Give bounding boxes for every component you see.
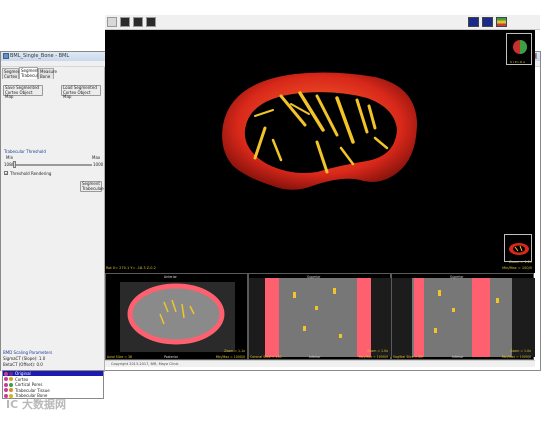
watermark-logo: IC 大数据网 (6, 398, 66, 411)
main-3d-viewer[interactable]: Rot 0= 270.1 Y= -18.3 Z-0.2 Zoom = 1.2x … (105, 30, 535, 273)
slice-number-label: Sagittal Slice = 89 (393, 355, 423, 359)
min-label: Min (6, 155, 14, 160)
bone-render (222, 72, 417, 190)
tab-segment-trabeculae[interactable]: Segment Trabeculae (19, 67, 43, 79)
app-icon (3, 53, 9, 59)
threshold-rendering-label: Threshold Rendering (10, 171, 52, 176)
list-item[interactable]: Cortex (3, 377, 103, 382)
color-swatch[interactable] (8, 371, 13, 376)
list-item[interactable]: Original (3, 371, 103, 377)
load-object-map-button[interactable]: Load Segmented Cortex Object Map (61, 85, 101, 99)
color-map-icon[interactable] (496, 17, 507, 27)
color-swatch[interactable] (8, 388, 13, 393)
viewer-toolbar (105, 15, 540, 30)
threshold-title: Trabecular Threshold (4, 149, 46, 154)
rotation-readout: Rot 0= 270.1 Y= -18.3 Z-0.2 (106, 266, 156, 270)
sagittal-slice-image (392, 278, 535, 357)
screenshot-icon[interactable] (146, 17, 156, 27)
save-object-map-button[interactable]: Save Segmented Cortex Object Map (3, 85, 43, 99)
coronal-slice-viewer[interactable]: Superior Inferior Coronal Slice = 130 Zo… (248, 273, 392, 360)
bmd-scaling-title: BMD Scaling Parameters (3, 350, 53, 355)
bone-thumbnail-icon (509, 243, 529, 255)
coronal-slice-image (249, 278, 392, 357)
threshold-slider-handle[interactable] (13, 161, 16, 168)
list-item[interactable]: Cortical Pores (3, 382, 103, 387)
left-panel: Segment Cortex Segment Trabeculae Measur… (1, 67, 105, 372)
thumbnail-preview[interactable] (504, 234, 532, 262)
beta-label: BetaCT (Offset): 0.0 (3, 362, 43, 367)
tab-segment-cortex[interactable]: Segment Cortex (2, 68, 22, 79)
threshold-slider-track[interactable] (10, 164, 92, 166)
slice-number-label: Axial Slice = 36 (107, 355, 133, 359)
segment-trabeculae-button[interactable]: Segment Trabeculae (80, 181, 104, 192)
orientation-widget[interactable]: S I P L R A (506, 33, 532, 65)
copyright-text: Copyright 2013-2017, BIR, Mayo Clinic (111, 362, 179, 366)
orientation-sphere-icon: S I P L R A (510, 40, 527, 64)
svg-text:S I P L R A: S I P L R A (510, 60, 526, 64)
list-item[interactable]: Trabecular Tissue (3, 388, 103, 393)
color-swatch[interactable] (4, 388, 8, 393)
status-bar: Copyright 2013-2017, BIR, Mayo Clinic (105, 360, 535, 367)
tab-measure-bone[interactable]: Measure Bone (38, 68, 57, 79)
surface-view-icon[interactable] (133, 17, 143, 27)
volume-view-icon[interactable] (120, 17, 130, 27)
monitor-icon[interactable] (468, 17, 479, 27)
max-label: Max (92, 155, 101, 160)
object-list: Original Cortex Cortical Pores Trabecula… (2, 370, 104, 399)
color-swatch[interactable] (4, 377, 8, 382)
color-swatch[interactable] (8, 377, 13, 382)
color-swatch[interactable] (4, 382, 8, 387)
sigma-label: SigmaCT (Slope): 1.0 (3, 356, 46, 361)
max-value: 1000 (93, 162, 104, 167)
threshold-rendering-checkbox[interactable]: ✓ (4, 171, 8, 176)
monitor-settings-icon[interactable] (482, 17, 493, 27)
window-title: BML_Single_Bone - BML (10, 53, 70, 59)
sagittal-slice-viewer[interactable]: Superior Inferior Sagittal Slice = 89 Zo… (391, 273, 535, 360)
color-swatch[interactable] (4, 371, 8, 376)
axial-slice-image (120, 282, 235, 352)
grid-layout-icon[interactable] (107, 17, 117, 27)
axial-slice-viewer[interactable]: Anterior Posterior Axial Slice = 36 Zoom… (105, 273, 248, 360)
slice-number-label: Coronal Slice = 130 (250, 355, 282, 359)
minmax-readout: Min/Max = 100/0 (502, 266, 532, 270)
color-swatch[interactable] (8, 382, 13, 387)
